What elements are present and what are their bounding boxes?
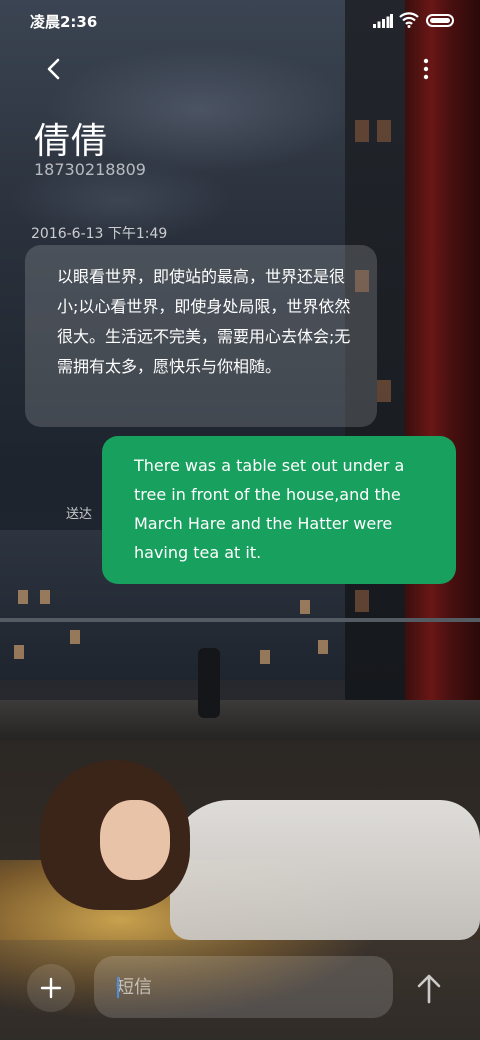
- message-timestamp: 2016-6-13 下午1:49: [31, 226, 168, 242]
- sms-input[interactable]: [94, 956, 393, 1018]
- back-icon[interactable]: [42, 56, 68, 82]
- wallpaper-figure-face: [100, 800, 170, 880]
- send-arrow-icon[interactable]: [410, 968, 448, 1008]
- wallpaper-lamp: [198, 648, 220, 718]
- add-attachment-button[interactable]: [27, 964, 75, 1012]
- battery-icon: [426, 14, 454, 27]
- signal-icon: [373, 14, 393, 28]
- wallpaper-window-sill: [0, 700, 480, 740]
- status-time: 凌晨2:36: [30, 13, 98, 31]
- outgoing-message-bubble[interactable]: There was a table set out under a tree i…: [102, 436, 456, 584]
- incoming-message-bubble[interactable]: 以眼看世界，即使站的最高，世界还是很小;以心看世界，即使身处局限，世界依然很大。…: [25, 245, 377, 427]
- status-bar: 凌晨2:36: [0, 0, 480, 40]
- more-vertical-icon[interactable]: [418, 56, 434, 82]
- wallpaper-figure-body: [170, 800, 480, 940]
- wallpaper-curtain: [405, 0, 480, 720]
- wifi-icon: [399, 12, 419, 28]
- contact-number: 18730218809: [34, 160, 146, 179]
- delivery-status: 送达: [66, 507, 93, 522]
- text-caret: [117, 977, 119, 998]
- contact-name: 倩倩: [34, 121, 109, 162]
- plus-icon: [40, 977, 62, 999]
- wallpaper-railing: [0, 618, 480, 622]
